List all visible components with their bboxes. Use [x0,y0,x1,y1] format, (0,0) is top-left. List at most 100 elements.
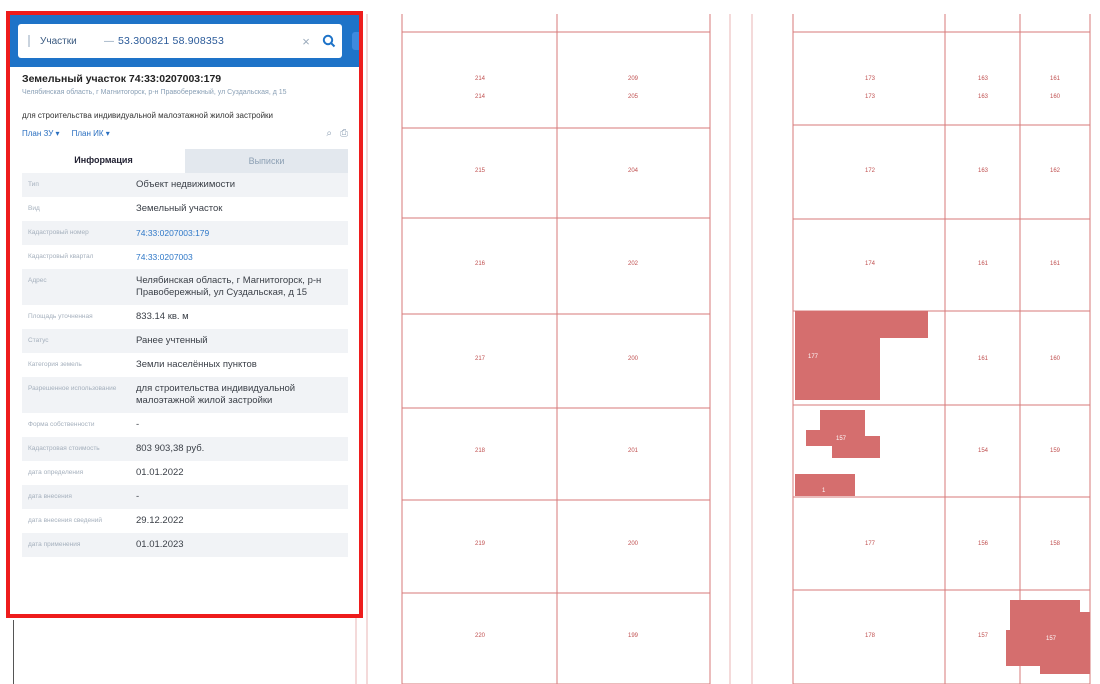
zoom-icon[interactable]: ⌕ [326,128,332,139]
parcel-number-label: 163 [978,168,989,174]
attribute-value: Челябинская область, г Магнитогорск, р-н… [136,275,322,298]
parcel-number-label: 219 [475,541,486,547]
parcel-number-label: 174 [865,261,876,267]
parcel-number-label: 202 [628,261,639,267]
parcel-number-label: 156 [978,541,989,547]
parcel-number-label: 163 [978,94,989,100]
attribute-label: дата внесения [28,493,72,500]
parcel-number-label: 173 [865,76,876,82]
parcel-number-label: 160 [1050,356,1061,362]
attribute-value: 803 903,38 руб. [136,443,205,454]
attribute-table: Тип Объект недвижимости Вид Земельный участ… [22,173,348,557]
building-label: 157 [836,436,847,442]
attribute-row: Кадастровый номер 74:33:0207003:179 [22,221,348,245]
attribute-label: дата внесения сведений [28,517,103,524]
parcel-number-label: 173 [865,94,876,100]
attribute-row: дата внесения - [22,485,348,509]
search-bar: Участки — 53.300821 58.908353 × [10,15,359,67]
parcel-number-label: 214 [475,76,486,82]
search-box[interactable]: Участки — 53.300821 58.908353 × [18,24,342,58]
attribute-label: Кадастровая стоимость [28,445,100,452]
attribute-link[interactable]: 74:33:0207003 [136,251,348,263]
print-icon[interactable]: ⎙ [340,128,348,139]
plan-links-row: План ЗУ ▾ План ИК ▾ ⌕ ⎙ [22,126,348,140]
attribute-label: Форма собственности [28,421,95,428]
attribute-value: 833.14 кв. м [136,311,189,322]
parcel-number-label: 199 [628,633,639,639]
parcel-number-label: 161 [978,261,989,267]
parcel-number-label: 204 [628,168,639,174]
parcel-number-label: 200 [628,356,639,362]
attribute-label: Категория земель [28,361,82,368]
parcel-number-label: 205 [628,94,639,100]
attribute-row: дата определения 01.01.2022 [22,461,348,485]
app-window: 177 157 1 157 214 209 173 163 161 214 205 173 16… [0,0,1100,684]
parcel-number-label: 161 [1050,261,1061,267]
parcel-number-label: 161 [978,356,989,362]
parcel-number-label: 177 [865,541,876,547]
search-type-select[interactable]: Участки [40,36,100,47]
attribute-row: Тип Объект недвижимости [22,173,348,197]
info-panel: Участки — 53.300821 58.908353 × Земельны… [6,11,363,618]
attribute-value: - [136,419,140,430]
search-input[interactable]: 53.300821 58.908353 [118,35,296,47]
attribute-label: Кадастровый квартал [28,253,94,260]
plan-ik-link[interactable]: План ИК ▾ [72,129,110,138]
parcel-number-label: 209 [628,76,639,82]
attribute-row: Площадь уточненная 833.14 кв. м [22,305,348,329]
parcel-number-label: 157 [978,633,989,639]
attribute-value: 01.01.2023 [136,539,184,550]
parcel-number-label: 161 [1050,76,1061,82]
attribute-row: дата применения 01.01.2023 [22,533,348,557]
parcel-number-label: 163 [978,76,989,82]
attribute-value: Земли населённых пунктов [136,359,257,370]
attribute-label: Разрешенное использование [28,385,117,392]
attribute-label: Статус [28,337,49,344]
collapse-panel-button[interactable] [352,32,359,50]
attribute-label: Кадастровый номер [28,229,89,236]
parcel-title: Земельный участок 74:33:0207003:179 [22,73,222,85]
attribute-label: дата применения [28,541,81,548]
parcel-number-label: 216 [475,261,486,267]
attribute-label: дата определения [28,469,84,476]
tab-extracts[interactable]: Выписки [185,149,348,173]
parcel-number-label: 200 [628,541,639,547]
attribute-row: Вид Земельный участок [22,197,348,221]
attribute-label: Тип [28,181,39,188]
parcel-number-label: 218 [475,448,486,454]
attribute-label: Адрес [28,277,47,284]
parcel-number-label: 178 [865,633,876,639]
attribute-value: Земельный участок [136,203,223,214]
chevron-down-icon[interactable]: — [100,36,118,47]
attribute-value: для строительства индивидуальной малоэта… [136,383,296,406]
parcel-number-label: 214 [475,94,486,100]
attribute-value: 01.01.2022 [136,467,184,478]
parcel-number-label: 215 [475,168,486,174]
building-157[interactable] [806,410,880,458]
attribute-label: Площадь уточненная [28,313,93,320]
parcel-number-label: 220 [475,633,486,639]
building-label: 157 [1046,636,1057,642]
plan-zu-link[interactable]: План ЗУ ▾ [22,129,60,138]
parcel-number-label: 160 [1050,94,1061,100]
search-icon[interactable] [316,24,342,58]
building-label: 177 [808,354,819,360]
parcel-number-label: 159 [1050,448,1061,454]
tab-information[interactable]: Информация [22,149,185,173]
parcel-address: Челябинская область, г Магнитогорск, р-н… [22,89,287,96]
attribute-row: Кадастровый квартал 74:33:0207003 [22,245,348,269]
parcel-number-label: 201 [628,448,639,454]
attribute-value: Ранее учтенный [136,335,208,346]
map-edge-line [13,620,14,684]
attribute-row: Категория земель Земли населённых пунктов [22,353,348,377]
attribute-link[interactable]: 74:33:0207003:179 [136,227,348,239]
parcel-number-label: 172 [865,168,876,174]
parcel-number-label: 217 [475,356,486,362]
attribute-row: Статус Ранее учтенный [22,329,348,353]
close-icon[interactable]: × [296,34,316,49]
attribute-row: Разрешенное использование для строительст… [22,377,348,413]
attribute-value: Объект недвижимости [136,179,236,190]
menu-icon[interactable] [18,24,40,58]
panel-tabs: Информация Выписки [22,149,348,173]
parcel-use: для строительства индивидуальной малоэта… [22,111,274,120]
